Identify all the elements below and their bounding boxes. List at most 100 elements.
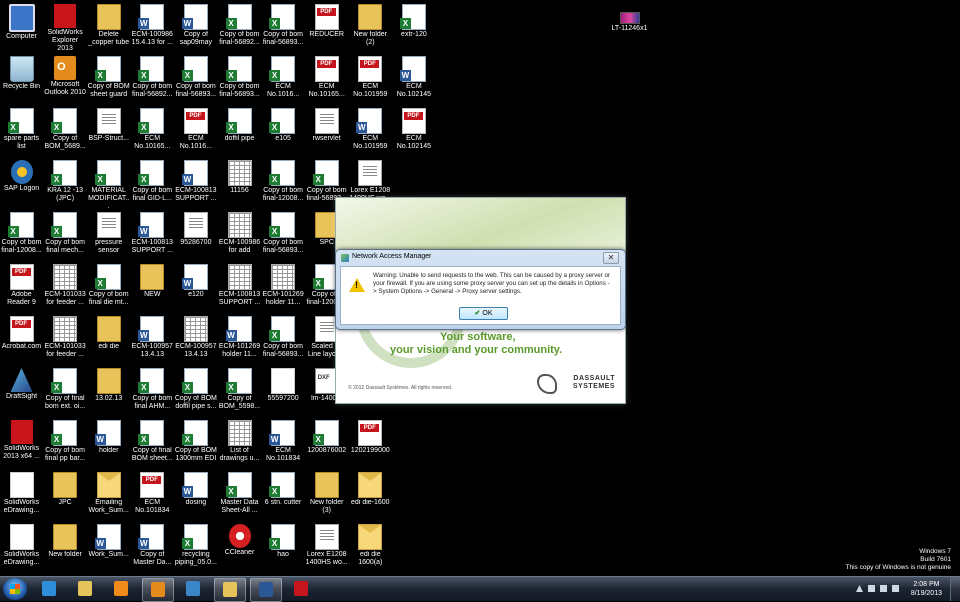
desktop-icon[interactable]: Copy of BOM sheet guard (87, 54, 130, 99)
desktop-icon[interactable]: Copy of bom final AHM... (131, 366, 174, 411)
desktop-icon[interactable]: Master Data Sheet-All ... (218, 470, 261, 515)
taskbar-outlook-button[interactable] (142, 578, 174, 602)
desktop-icon[interactable]: REDUCER (305, 2, 348, 39)
desktop-icon[interactable]: Copy of bom final GID-L... (131, 158, 174, 203)
desktop-icon[interactable]: BSP-Struct... (87, 106, 130, 143)
desktop-icon[interactable]: Copy of bom final-56892... (218, 2, 261, 47)
desktop-icon[interactable]: edi die (87, 314, 130, 351)
network-icon[interactable] (880, 585, 887, 592)
desktop-icon[interactable]: recycling piping_05.0... (174, 522, 217, 567)
taskbar-folder-button[interactable] (214, 578, 246, 602)
desktop-icon[interactable]: Adobe Reader 9 (0, 262, 43, 307)
desktop-icon[interactable]: Computer (0, 2, 43, 41)
desktop-icon[interactable]: Copy of final bom ext. oi... (44, 366, 87, 411)
ok-button[interactable]: ✔ OK (459, 307, 508, 320)
desktop-icon[interactable]: 1202199000 (349, 418, 392, 455)
desktop-icon[interactable]: 95286700 (174, 210, 217, 247)
desktop-icon[interactable]: DraftSight (0, 366, 43, 401)
desktop-icon[interactable]: Copy of BOM doffil pipe s... (174, 366, 217, 411)
desktop-icon[interactable]: edi die 1600(a) (349, 522, 392, 567)
desktop-icon[interactable]: ECM No.101834 (131, 470, 174, 515)
volume-icon[interactable] (892, 585, 899, 592)
desktop-icon[interactable]: SolidWorks Explorer 2013 (44, 2, 87, 53)
desktop-icon[interactable]: 55597200 (262, 366, 305, 403)
desktop-icon[interactable]: extr-120 (392, 2, 435, 39)
clock[interactable]: 2:08 PM 8/19/2013 (911, 580, 942, 598)
start-button[interactable] (3, 578, 27, 600)
desktop-icon[interactable]: Copy of bom final-12008... (0, 210, 43, 255)
desktop-icon[interactable]: Emailing Work_Sum... (87, 470, 130, 515)
desktop-icon[interactable]: 11156 (218, 158, 261, 195)
desktop-icon[interactable]: List of drawings u... (218, 418, 261, 463)
desktop-icon[interactable]: New folder (3) (305, 470, 348, 515)
desktop-icon[interactable]: ECM-100957 13.4.13 (131, 314, 174, 359)
desktop-icon[interactable]: Microsoft Outlook 2010 (44, 54, 87, 97)
desktop-icon[interactable]: New folder (44, 522, 87, 559)
desktop-icon[interactable]: Copy of bom final pp bar... (44, 418, 87, 463)
desktop-icon[interactable]: ECM No.1016... (174, 106, 217, 151)
desktop-icon[interactable]: Copy of bom final die mt... (87, 262, 130, 307)
desktop-icon[interactable]: SolidWorks 2013 x64 ... (0, 418, 43, 461)
desktop-icon[interactable]: ECM No.102145 (392, 106, 435, 151)
desktop-icon[interactable]: NEW (131, 262, 174, 299)
taskbar-word-button[interactable] (250, 578, 282, 602)
desktop-icon[interactable]: e120 (174, 262, 217, 299)
taskbar-windows-explorer-button[interactable] (70, 578, 100, 600)
close-button[interactable]: ✕ (603, 252, 619, 264)
desktop-icon[interactable]: ECM-100986 for add (218, 210, 261, 255)
desktop-icon[interactable]: Copy of bom final-56893... (262, 210, 305, 255)
desktop-icon[interactable]: Work_Sum... (87, 522, 130, 559)
desktop-icon[interactable]: doffil pipe (218, 106, 261, 143)
desktop-icon[interactable]: Copy of bom final mech... (44, 210, 87, 255)
desktop-icon[interactable]: e105 (262, 106, 305, 143)
desktop-icon[interactable]: ECM-100813 SUPPORT ... (218, 262, 261, 307)
desktop-icon[interactable]: Copy of BOM 1300mm EDI (174, 418, 217, 463)
desktop-icon[interactable]: dosing (174, 470, 217, 507)
desktop-icon[interactable]: spare parts list (0, 106, 43, 151)
flag-icon[interactable] (868, 585, 875, 592)
desktop-icon[interactable]: ECM-101269 holder 11... (218, 314, 261, 359)
desktop-icon[interactable]: Copy of final BOM sheet... (131, 418, 174, 463)
desktop-icon[interactable]: SolidWorks eDrawing... (0, 522, 43, 567)
desktop-icon[interactable]: New folder (2) (349, 2, 392, 47)
desktop-icon[interactable]: Copy of BOM_5689... (44, 106, 87, 151)
desktop-icon[interactable]: Acrobat.com (0, 314, 43, 351)
desktop-icon[interactable]: CCleaner (218, 522, 261, 557)
desktop-icon[interactable]: ECM-100986 15.4.13 for ... (131, 2, 174, 47)
desktop-icon[interactable]: KRA 12 -13 (JPC) (44, 158, 87, 203)
desktop-icon[interactable]: Recycle Bin (0, 54, 43, 91)
dialog-titlebar[interactable]: Network Access Manager ✕ (336, 250, 625, 266)
desktop-icon[interactable]: Copy of bom final-56892... (131, 54, 174, 99)
desktop-icon[interactable]: SAP Logon (0, 158, 43, 193)
desktop-icon[interactable]: MATERIAL MODIFICAT... (87, 158, 130, 211)
desktop-icon[interactable]: ECM No.10165... (305, 54, 348, 99)
desktop-icon[interactable]: SolidWorks eDrawing... (0, 470, 43, 515)
desktop-icon[interactable]: 6 stn. cutter (262, 470, 305, 507)
desktop-icon[interactable]: rwservlet (305, 106, 348, 143)
desktop-icon[interactable]: ECM-101033 for feeder ... (44, 314, 87, 359)
desktop-icon[interactable]: Copy of bom final-56893... (262, 314, 305, 359)
desktop-icon[interactable]: JPC (44, 470, 87, 507)
desktop-icon[interactable]: ECM-100957 13.4.13 (174, 314, 217, 359)
desktop-icon[interactable]: Copy of BOM_5598... (218, 366, 261, 411)
desktop-icon[interactable]: Copy of bom final-56893... (218, 54, 261, 99)
desktop-icon[interactable]: ECM-101269 holder 11... (262, 262, 305, 307)
desktop-icon[interactable]: Delete _copper tube (87, 2, 130, 47)
desktop-icon[interactable]: ECM-100813 SUPPORT ... (174, 158, 217, 203)
taskbar-adobe-reader-button[interactable] (286, 578, 316, 600)
desktop-icon[interactable]: Copy of Master Da... (131, 522, 174, 567)
desktop-icon[interactable]: Lorex E1208 1400HS wo... (305, 522, 348, 567)
desktop-icon[interactable]: ECM No.102145 (392, 54, 435, 99)
notification-arrow-icon[interactable] (856, 585, 863, 592)
taskbar-draftsight-button[interactable] (178, 578, 208, 600)
desktop-icon[interactable]: ECM No.101834 (262, 418, 305, 463)
desktop-icon[interactable]: 13.02.13 (87, 366, 130, 403)
desktop-icon[interactable]: hao (262, 522, 305, 559)
taskbar-media-player-button[interactable] (106, 578, 136, 600)
desktop-icon[interactable]: ECM No.101959 (349, 54, 392, 99)
desktop-icon[interactable]: ECM-100813 SUPPORT ... (131, 210, 174, 255)
desktop-icon[interactable]: Copy of bom final-56893... (174, 54, 217, 99)
desktop-icon[interactable]: pressure sensor (87, 210, 130, 255)
desktop-icon[interactable]: Copy of bom final-56893... (262, 2, 305, 47)
desktop-icon[interactable]: LT-11246x1 (608, 10, 651, 33)
